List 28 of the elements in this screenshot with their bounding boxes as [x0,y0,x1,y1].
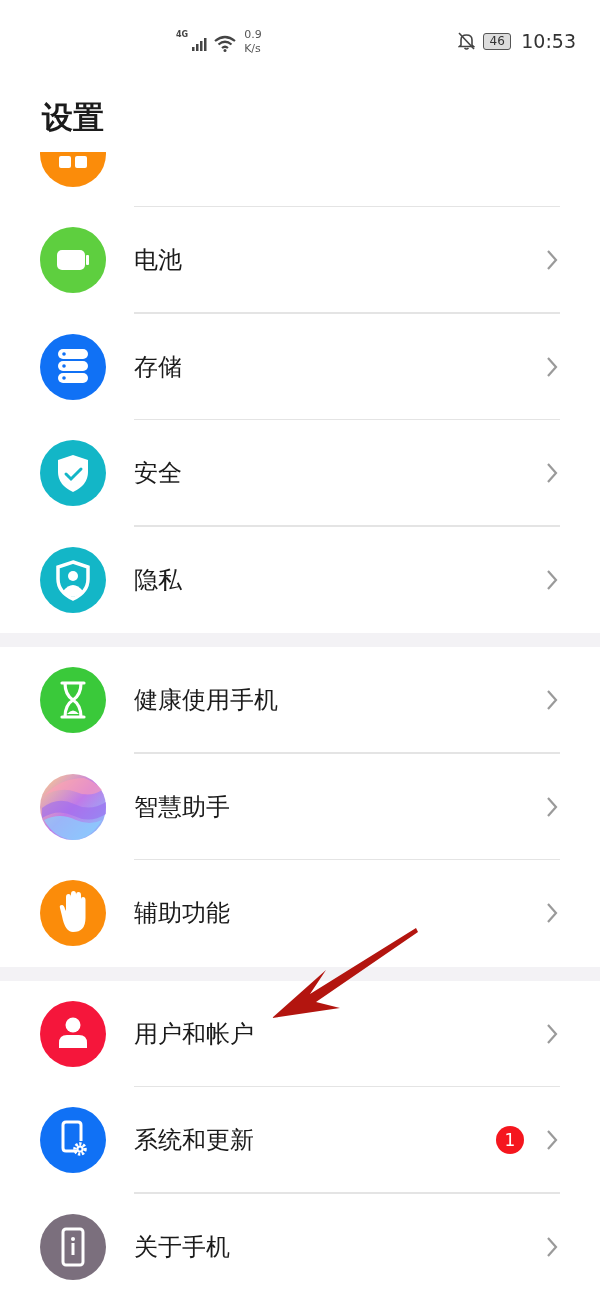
chevron-icon [546,795,558,818]
chevron-icon [546,1022,558,1045]
chevron-icon [546,689,558,712]
setting-label[interactable]: 隐私 [134,563,546,596]
setting-label[interactable]: 辅助功能 [134,897,546,930]
setting-label[interactable]: 存储 [134,350,546,383]
setting-label[interactable]: 系统和更新 [134,1124,496,1157]
wifi-icon [214,34,237,52]
chevron-icon [546,568,558,591]
network-label: 4G [176,30,189,39]
clock-time: 10:53 [521,30,576,52]
setting-label[interactable]: 用户和帐户 [134,1017,546,1050]
setting-label[interactable]: 安全 [134,457,546,490]
setting-label[interactable]: 关于手机 [134,1230,546,1263]
setting-label[interactable]: 智慧助手 [134,790,546,823]
speed-unit: K/s [244,42,262,56]
chevron-icon [546,462,558,485]
chevron-icon [546,902,558,925]
bell-muted-icon [458,32,476,50]
chevron-icon [546,355,558,378]
speed-value: 0.9 [244,28,262,42]
setting-label[interactable]: 电池 [134,244,546,277]
chevron-icon [546,1129,558,1152]
battery-indicator: 46 [483,32,512,50]
setting-label[interactable]: 健康使用手机 [134,684,546,717]
notification-badge: 1 [496,1126,524,1155]
chevron-icon [546,1235,558,1258]
chevron-icon [546,249,558,272]
